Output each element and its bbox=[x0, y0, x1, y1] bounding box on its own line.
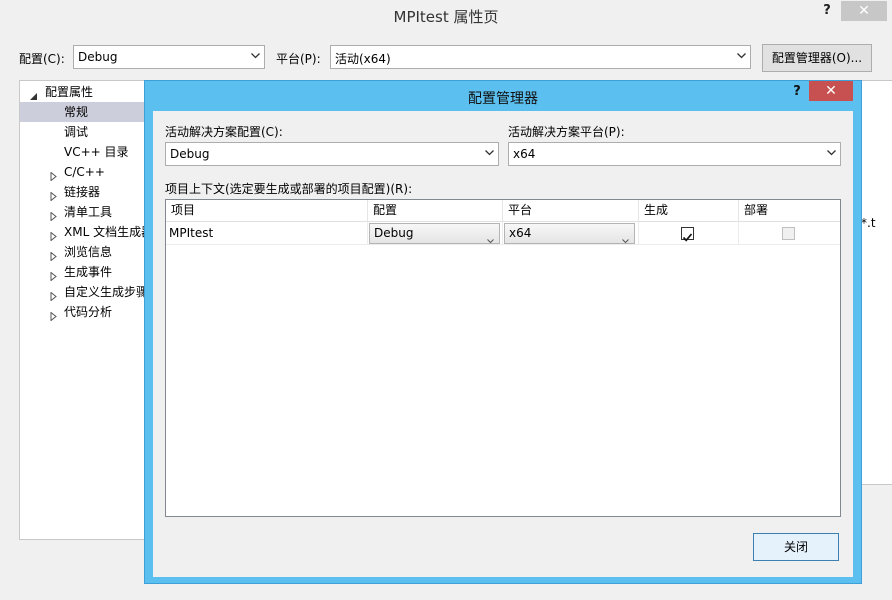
collapsed-triangle-icon[interactable] bbox=[49, 187, 59, 202]
tree-item-xml-doc-generator[interactable]: XML 文档生成器 bbox=[20, 222, 148, 242]
build-cell bbox=[639, 222, 739, 245]
column-header-platform[interactable]: 平台 bbox=[503, 200, 639, 222]
platform-combo-value: 活动(x64) bbox=[335, 52, 391, 66]
config-label: 配置(C): bbox=[19, 52, 65, 66]
tree-item-linker[interactable]: 链接器 bbox=[20, 182, 147, 202]
expanded-triangle-icon[interactable] bbox=[29, 87, 39, 100]
tree-item-build-events[interactable]: 生成事件 bbox=[20, 262, 147, 282]
tree-item-label: 链接器 bbox=[64, 185, 101, 199]
collapsed-triangle-icon[interactable] bbox=[49, 207, 59, 222]
tree-item-label: 代码分析 bbox=[64, 305, 113, 319]
dialog-close-button[interactable]: ✕ bbox=[809, 81, 853, 101]
chevron-down-icon bbox=[485, 150, 494, 158]
tree-item-label: 清单工具 bbox=[64, 205, 113, 219]
configuration-manager-button[interactable]: 配置管理器(O)... bbox=[762, 44, 872, 72]
tree-item-label: XML 文档生成器 bbox=[64, 225, 148, 239]
config-combo[interactable]: Debug bbox=[73, 45, 265, 69]
config-cell: Debug bbox=[368, 222, 503, 245]
chevron-down-icon bbox=[622, 231, 629, 244]
tree-item-custom-build-step[interactable]: 自定义生成步骤 bbox=[20, 282, 148, 302]
collapsed-triangle-icon[interactable] bbox=[49, 307, 59, 322]
collapsed-triangle-icon[interactable] bbox=[49, 267, 59, 282]
tree-item-browse-info[interactable]: 浏览信息 bbox=[20, 242, 147, 262]
tree-item-cpp[interactable]: C/C++ bbox=[20, 162, 147, 182]
solution-config-label: 活动解决方案配置(C): bbox=[165, 125, 283, 139]
project-context-grid[interactable]: 项目 配置 平台 生成 部署 MPItest Debug x64 bbox=[165, 199, 841, 517]
tree-item-manifest-tool[interactable]: 清单工具 bbox=[20, 202, 147, 222]
dialog-body: 活动解决方案配置(C): Debug 活动解决方案平台(P): x64 项目上下… bbox=[153, 111, 853, 577]
tree-item-label: 生成事件 bbox=[64, 265, 113, 279]
row-config-combo[interactable]: Debug bbox=[369, 223, 500, 244]
deploy-checkbox bbox=[782, 227, 795, 240]
project-context-label: 项目上下文(选定要生成或部署的项目配置)(R): bbox=[165, 182, 413, 196]
configuration-manager-dialog: 配置管理器 ? ✕ 活动解决方案配置(C): Debug 活动解决方案平台(P)… bbox=[144, 80, 862, 584]
table-row[interactable]: MPItest Debug x64 bbox=[166, 222, 840, 245]
tree-item-label: 常规 bbox=[64, 105, 89, 119]
close-button[interactable]: 关闭 bbox=[753, 533, 839, 561]
collapsed-triangle-icon[interactable] bbox=[49, 227, 59, 242]
collapsed-triangle-icon[interactable] bbox=[49, 247, 59, 262]
column-header-config[interactable]: 配置 bbox=[368, 200, 503, 222]
window-help-button[interactable]: ? bbox=[816, 3, 838, 21]
tree-item-label: C/C++ bbox=[64, 165, 105, 179]
platform-combo[interactable]: 活动(x64) bbox=[330, 45, 751, 69]
checkmark-icon bbox=[682, 233, 693, 242]
solution-platform-combo[interactable]: x64 bbox=[508, 142, 841, 166]
tree-item-config-properties[interactable]: 配置属性 bbox=[20, 82, 147, 102]
column-header-deploy[interactable]: 部署 bbox=[739, 200, 840, 222]
tree-item-code-analysis[interactable]: 代码分析 bbox=[20, 302, 147, 322]
tree-item-vc-directories[interactable]: VC++ 目录 bbox=[20, 142, 147, 162]
window-close-button[interactable]: ✕ bbox=[841, 1, 887, 21]
solution-platform-label: 活动解决方案平台(P): bbox=[508, 125, 625, 139]
chevron-down-icon bbox=[487, 231, 494, 244]
solution-platform-value: x64 bbox=[513, 147, 536, 161]
window-title: MPItest 属性页 bbox=[393, 8, 499, 26]
collapsed-triangle-icon[interactable] bbox=[49, 287, 59, 302]
row-platform-combo[interactable]: x64 bbox=[504, 223, 635, 244]
tree-item-label: 配置属性 bbox=[45, 85, 94, 99]
project-name-cell: MPItest bbox=[166, 222, 368, 245]
column-header-project[interactable]: 项目 bbox=[166, 200, 368, 222]
window-title-bar: MPItest 属性页 ? ✕ bbox=[0, 0, 892, 32]
build-checkbox[interactable] bbox=[681, 227, 694, 242]
solution-config-value: Debug bbox=[170, 147, 210, 161]
tree-item-label: 自定义生成步骤 bbox=[64, 285, 148, 299]
dialog-help-button[interactable]: ? bbox=[787, 84, 807, 102]
deploy-cell bbox=[739, 222, 840, 245]
collapsed-triangle-icon[interactable] bbox=[49, 167, 59, 182]
grid-header: 项目 配置 平台 生成 部署 bbox=[166, 200, 840, 222]
platform-cell: x64 bbox=[503, 222, 639, 245]
tree-item-general[interactable]: 常规 bbox=[20, 102, 147, 122]
row-platform-value: x64 bbox=[509, 226, 532, 240]
tree-item-label: 调试 bbox=[64, 125, 89, 139]
chevron-down-icon bbox=[827, 150, 836, 158]
row-config-value: Debug bbox=[374, 226, 414, 240]
clipped-property-text: *.t bbox=[861, 216, 876, 230]
chevron-down-icon bbox=[251, 53, 260, 61]
config-combo-value: Debug bbox=[78, 50, 118, 64]
tree-item-label: 浏览信息 bbox=[64, 245, 113, 259]
tree-item-label: VC++ 目录 bbox=[64, 145, 129, 159]
tree-item-debugging[interactable]: 调试 bbox=[20, 122, 147, 142]
column-header-build[interactable]: 生成 bbox=[639, 200, 739, 222]
dialog-title: 配置管理器 bbox=[468, 91, 538, 107]
property-tree[interactable]: 配置属性 常规 调试 VC++ 目录 C/C++ 链接器 清单工具 XML 文档… bbox=[19, 80, 148, 540]
chevron-down-icon bbox=[737, 53, 746, 61]
platform-label: 平台(P): bbox=[276, 52, 321, 66]
solution-config-combo[interactable]: Debug bbox=[165, 142, 499, 166]
